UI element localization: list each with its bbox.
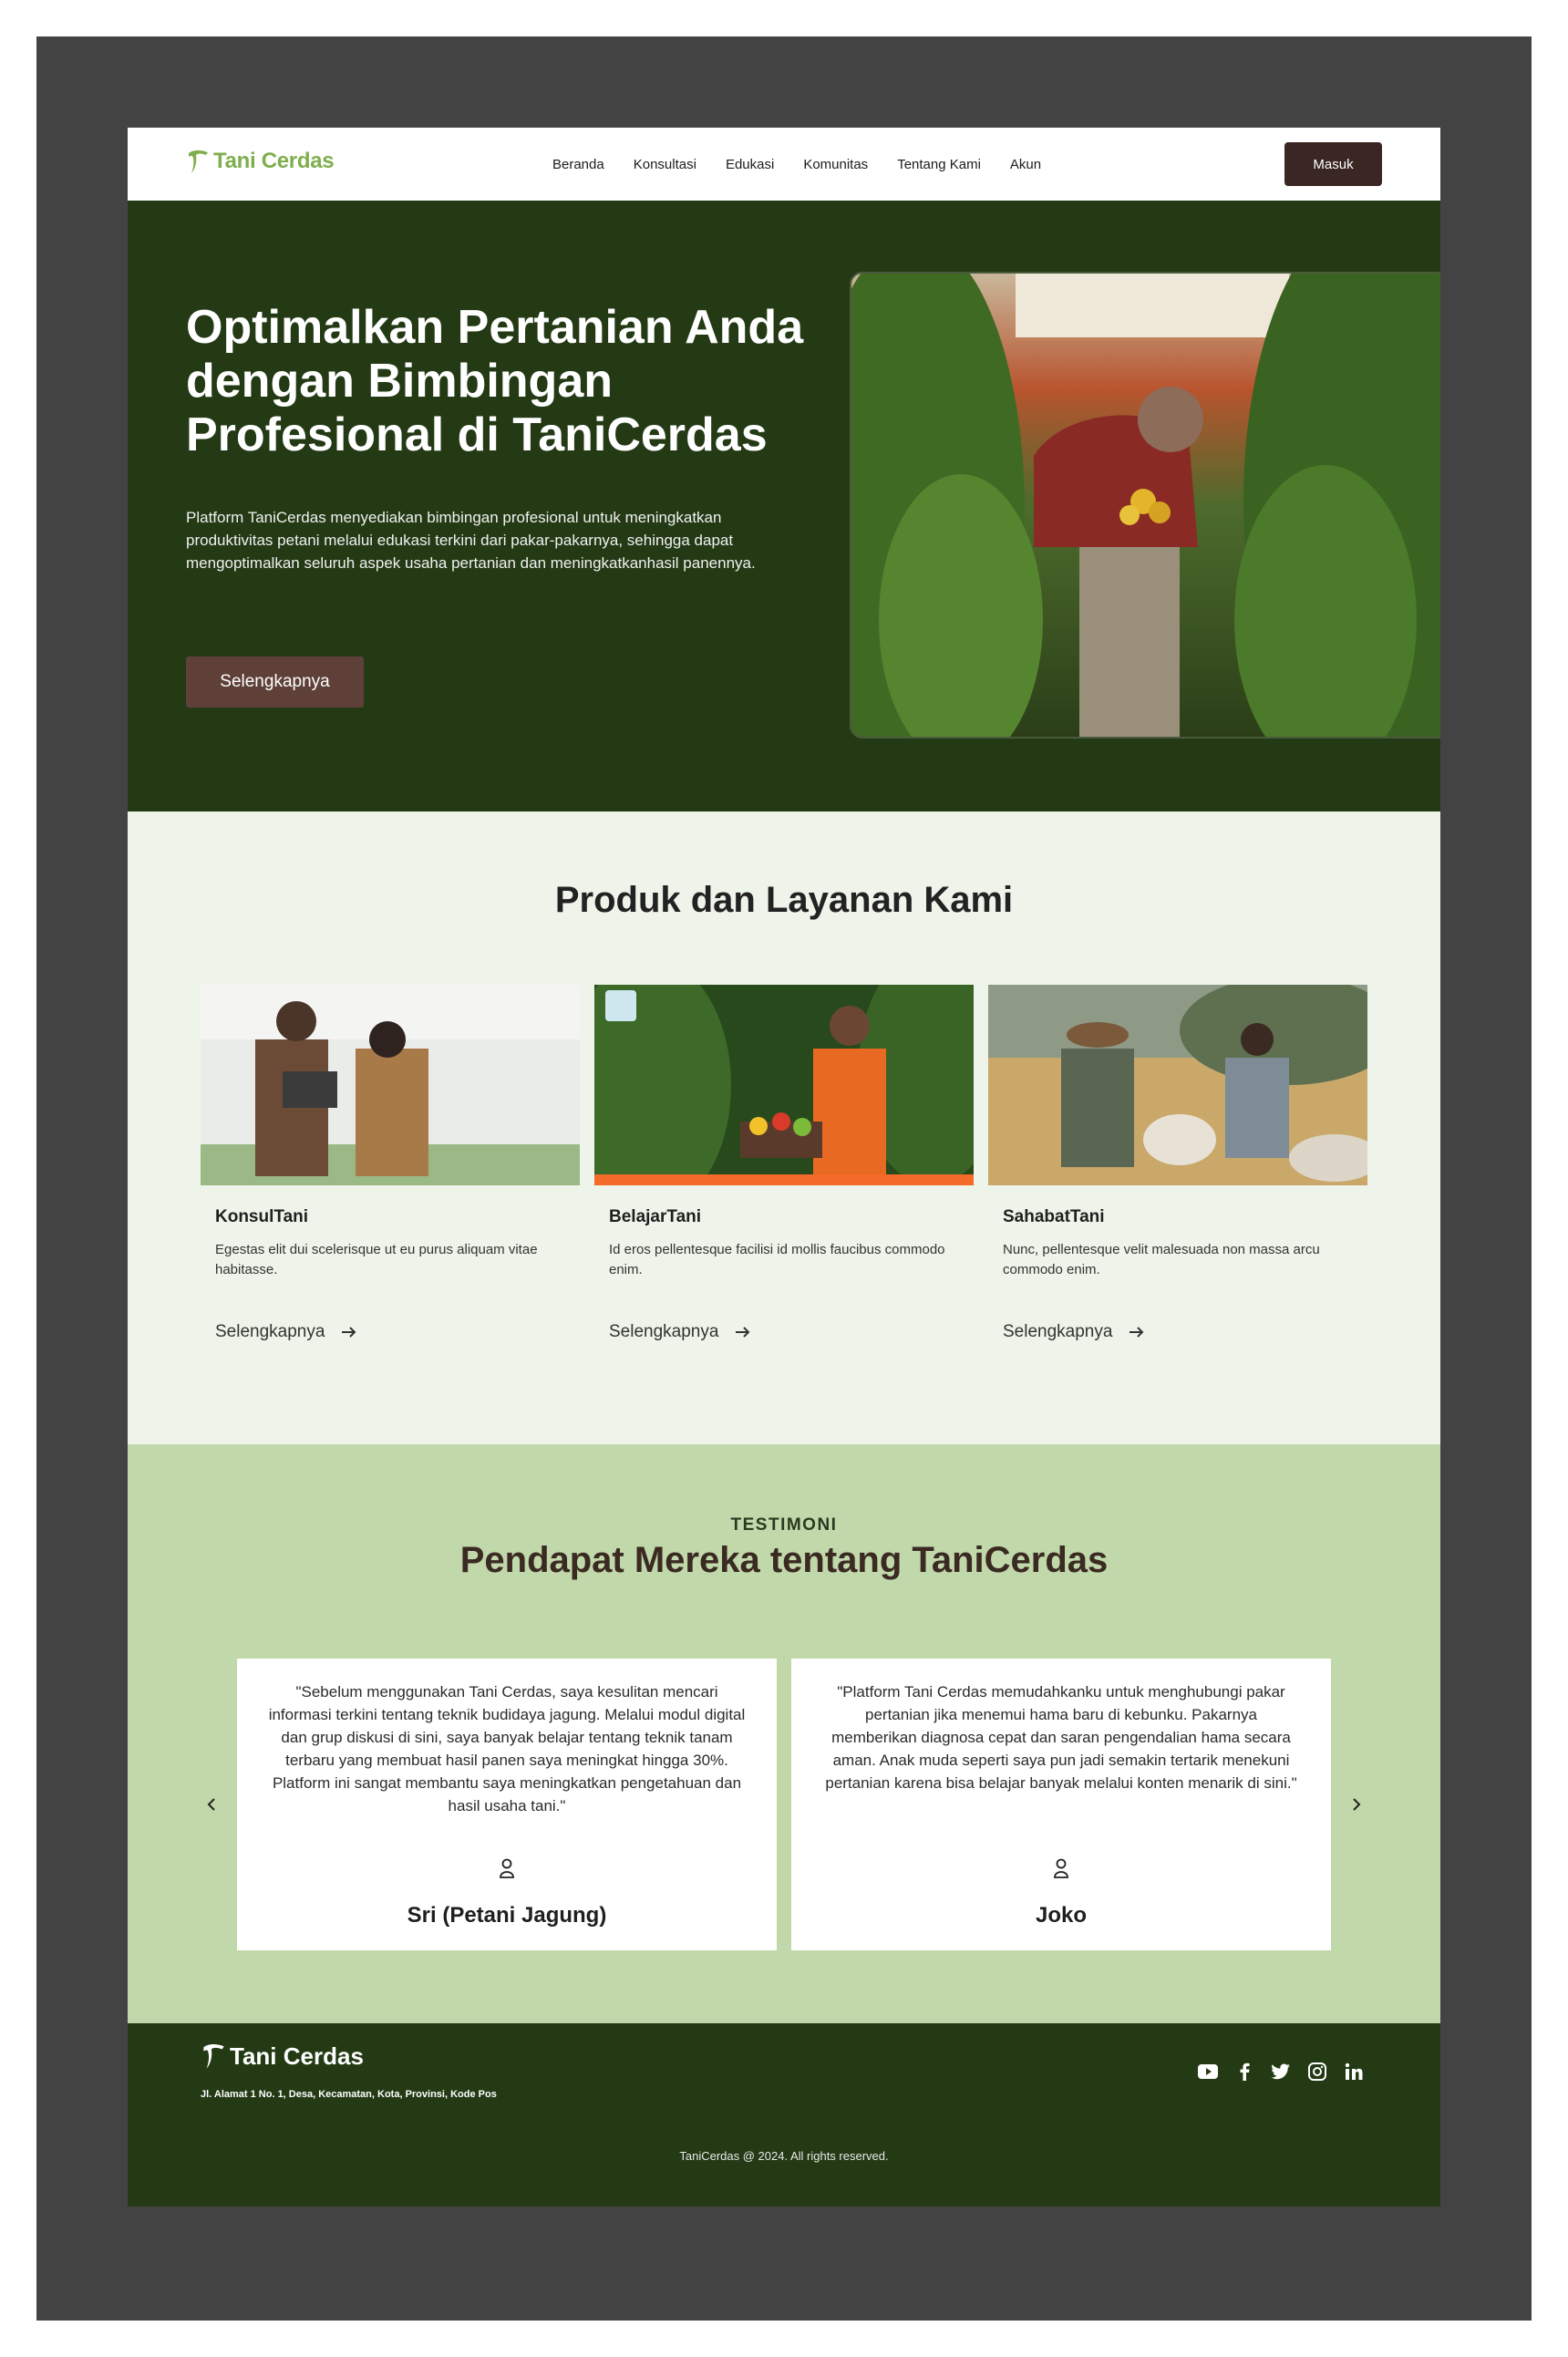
products-title: Produk dan Layanan Kami (554, 880, 1014, 920)
card-link[interactable]: Selengkapnya (609, 1322, 974, 1342)
testimonial-name: Joko (1035, 1903, 1087, 1928)
youtube-icon[interactable] (1198, 2062, 1218, 2082)
product-card-belajartani[interactable]: BelajarTani Id eros pellentesque facilis… (594, 985, 974, 1342)
facebook-icon[interactable] (1234, 2062, 1254, 2082)
hero-section: Optimalkan Pertanian Anda dengan Bimbing… (128, 201, 1440, 812)
instagram-icon[interactable] (1307, 2062, 1327, 2082)
top-navbar: Tani Cerdas Beranda Konsultasi Edukasi K… (128, 128, 1440, 201)
card-link[interactable]: Selengkapnya (215, 1322, 580, 1342)
hero-title: Optimalkan Pertanian Anda dengan Bimbing… (186, 301, 804, 461)
social-links (1198, 2062, 1364, 2082)
arrow-right-icon (1130, 1327, 1144, 1338)
testimonial-card: "Platform Tani Cerdas memudahkanku untuk… (791, 1659, 1331, 1950)
chevron-right-icon (1353, 1798, 1361, 1811)
nav-item-konsultasi[interactable]: Konsultasi (634, 157, 696, 172)
carousel-next-button[interactable] (1343, 1791, 1370, 1818)
testimonial-quote: "Platform Tani Cerdas memudahkanku untuk… (825, 1683, 1297, 1792)
hero-cta-button[interactable]: Selengkapnya (186, 656, 364, 708)
arrow-right-icon (736, 1327, 750, 1338)
card-description: Nunc, pellentesque velit malesuada non m… (1003, 1242, 1320, 1277)
twitter-icon[interactable] (1271, 2062, 1291, 2082)
hero-description: Platform TaniCerdas menyediakan bimbinga… (186, 509, 756, 572)
footer-address: Jl. Alamat 1 No. 1, Desa, Kecamatan, Kot… (201, 2089, 497, 2100)
nav-item-beranda[interactable]: Beranda (552, 157, 604, 172)
footer: Tani Cerdas Jl. Alamat 1 No. 1, Desa, Ke… (128, 2023, 1440, 2207)
card-link-label: Selengkapnya (1003, 1322, 1113, 1341)
testimonial-name: Sri (Petani Jagung) (407, 1903, 607, 1928)
footer-copyright: TaniCerdas @ 2024. All rights reserved. (679, 2149, 889, 2163)
leaf-logo-icon (189, 150, 208, 173)
leaf-logo-icon (203, 2044, 224, 2069)
testimonial-quote: "Sebelum menggunakan Tani Cerdas, saya k… (268, 1683, 746, 1814)
chevron-left-icon (207, 1798, 215, 1811)
testimonials-section: TESTIMONI Pendapat Mereka tentang TaniCe… (128, 1444, 1440, 2023)
logo-text: Tani Cerdas (213, 149, 335, 173)
user-icon (1054, 1858, 1068, 1878)
card-link[interactable]: Selengkapnya (1003, 1322, 1367, 1342)
card-title: BelajarTani (609, 1207, 702, 1226)
footer-logo[interactable]: Tani Cerdas (201, 2042, 364, 2071)
konsultani-image (201, 985, 580, 1185)
product-card-sahabattani[interactable]: SahabatTani Nunc, pellentesque velit mal… (988, 985, 1367, 1342)
logo[interactable]: Tani Cerdas (186, 148, 335, 175)
sahabattani-image (988, 985, 1367, 1185)
testimonials-title: Pendapat Mereka tentang TaniCerdas (459, 1540, 1109, 1580)
card-title: KonsulTani (215, 1207, 309, 1226)
products-section: Produk dan Layanan Kami KonsulTani Egest… (128, 812, 1440, 1444)
nav-item-edukasi[interactable]: Edukasi (726, 157, 774, 172)
card-link-label: Selengkapnya (609, 1322, 719, 1341)
card-title: SahabatTani (1003, 1207, 1105, 1226)
linkedin-icon[interactable] (1344, 2062, 1364, 2082)
hero-farmer-image (850, 272, 1440, 739)
nav-item-akun[interactable]: Akun (1010, 157, 1041, 172)
card-link-label: Selengkapnya (215, 1322, 325, 1341)
landing-page: Tani Cerdas Beranda Konsultasi Edukasi K… (128, 128, 1440, 2207)
user-icon (500, 1858, 514, 1878)
product-card-konsultani[interactable]: KonsulTani Egestas elit dui scelerisque … (201, 985, 580, 1342)
belajartani-image (594, 985, 974, 1185)
carousel-prev-button[interactable] (198, 1791, 225, 1818)
testimonials-eyebrow: TESTIMONI (730, 1515, 838, 1535)
card-description: Id eros pellentesque facilisi id mollis … (609, 1242, 945, 1277)
nav-item-tentang-kami[interactable]: Tentang Kami (897, 157, 981, 172)
login-button[interactable]: Masuk (1284, 142, 1382, 186)
arrow-right-icon (342, 1327, 356, 1338)
nav-item-komunitas[interactable]: Komunitas (803, 157, 868, 172)
nav-menu: Beranda Konsultasi Edukasi Komunitas Ten… (552, 128, 1041, 201)
footer-logo-text: Tani Cerdas (230, 2042, 364, 2070)
card-description: Egestas elit dui scelerisque ut eu purus… (215, 1242, 538, 1277)
testimonial-card: "Sebelum menggunakan Tani Cerdas, saya k… (237, 1659, 777, 1950)
